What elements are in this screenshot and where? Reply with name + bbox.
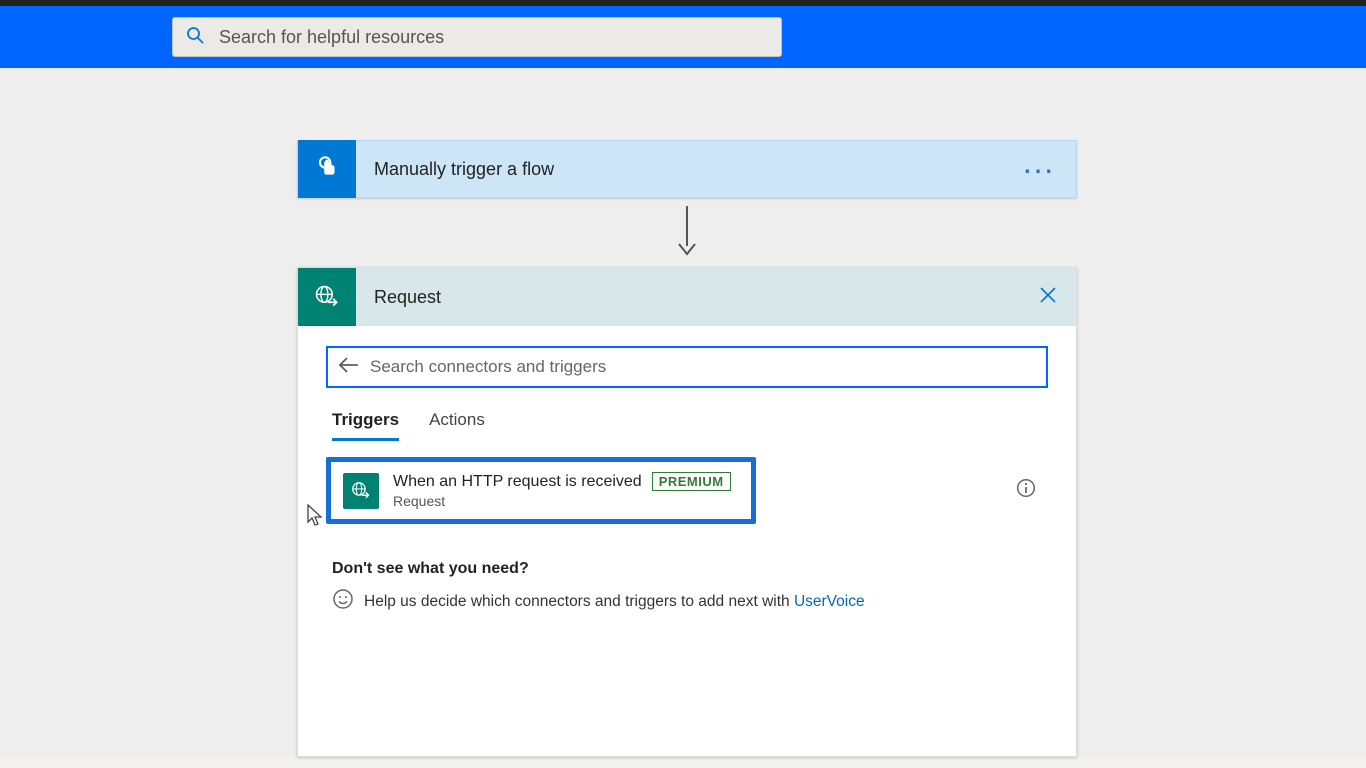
connector-panel: Request (297, 267, 1077, 757)
connector-search-box[interactable] (326, 346, 1048, 388)
panel-header: Request (298, 268, 1076, 326)
result-title: When an HTTP request is received (393, 473, 642, 491)
request-icon (343, 473, 379, 509)
request-connector-icon (298, 268, 356, 326)
help-block: Don't see what you need? Help us decid (326, 560, 1048, 615)
connector-search-input[interactable] (370, 357, 1036, 377)
global-search-input[interactable] (219, 27, 769, 48)
arrow-down-icon (675, 206, 699, 261)
trigger-title: Manually trigger a flow (356, 159, 1000, 180)
panel-title: Request (356, 287, 1020, 308)
uservoice-link[interactable]: UserVoice (794, 593, 865, 610)
touch-icon (298, 140, 356, 198)
trigger-result-item[interactable]: When an HTTP request is received PREMIUM… (326, 457, 756, 524)
top-bar (0, 6, 1366, 68)
search-icon (185, 25, 205, 50)
tabs: Triggers Actions (326, 410, 1048, 441)
tab-actions[interactable]: Actions (429, 410, 485, 441)
flow-canvas: Manually trigger a flow ··· Reque (8, 68, 1366, 757)
tab-triggers[interactable]: Triggers (332, 410, 399, 441)
result-text: When an HTTP request is received PREMIUM… (393, 472, 731, 509)
info-icon[interactable] (1016, 478, 1036, 503)
help-text: Help us decide which connectors and trig… (364, 593, 865, 611)
result-subtitle: Request (393, 493, 731, 509)
global-search-box[interactable] (172, 17, 782, 57)
trigger-card[interactable]: Manually trigger a flow ··· (297, 140, 1077, 198)
help-title: Don't see what you need? (332, 560, 1048, 578)
premium-badge: PREMIUM (652, 472, 731, 491)
back-arrow-icon[interactable] (338, 356, 362, 379)
smile-icon (332, 588, 354, 615)
close-icon[interactable] (1020, 285, 1076, 310)
